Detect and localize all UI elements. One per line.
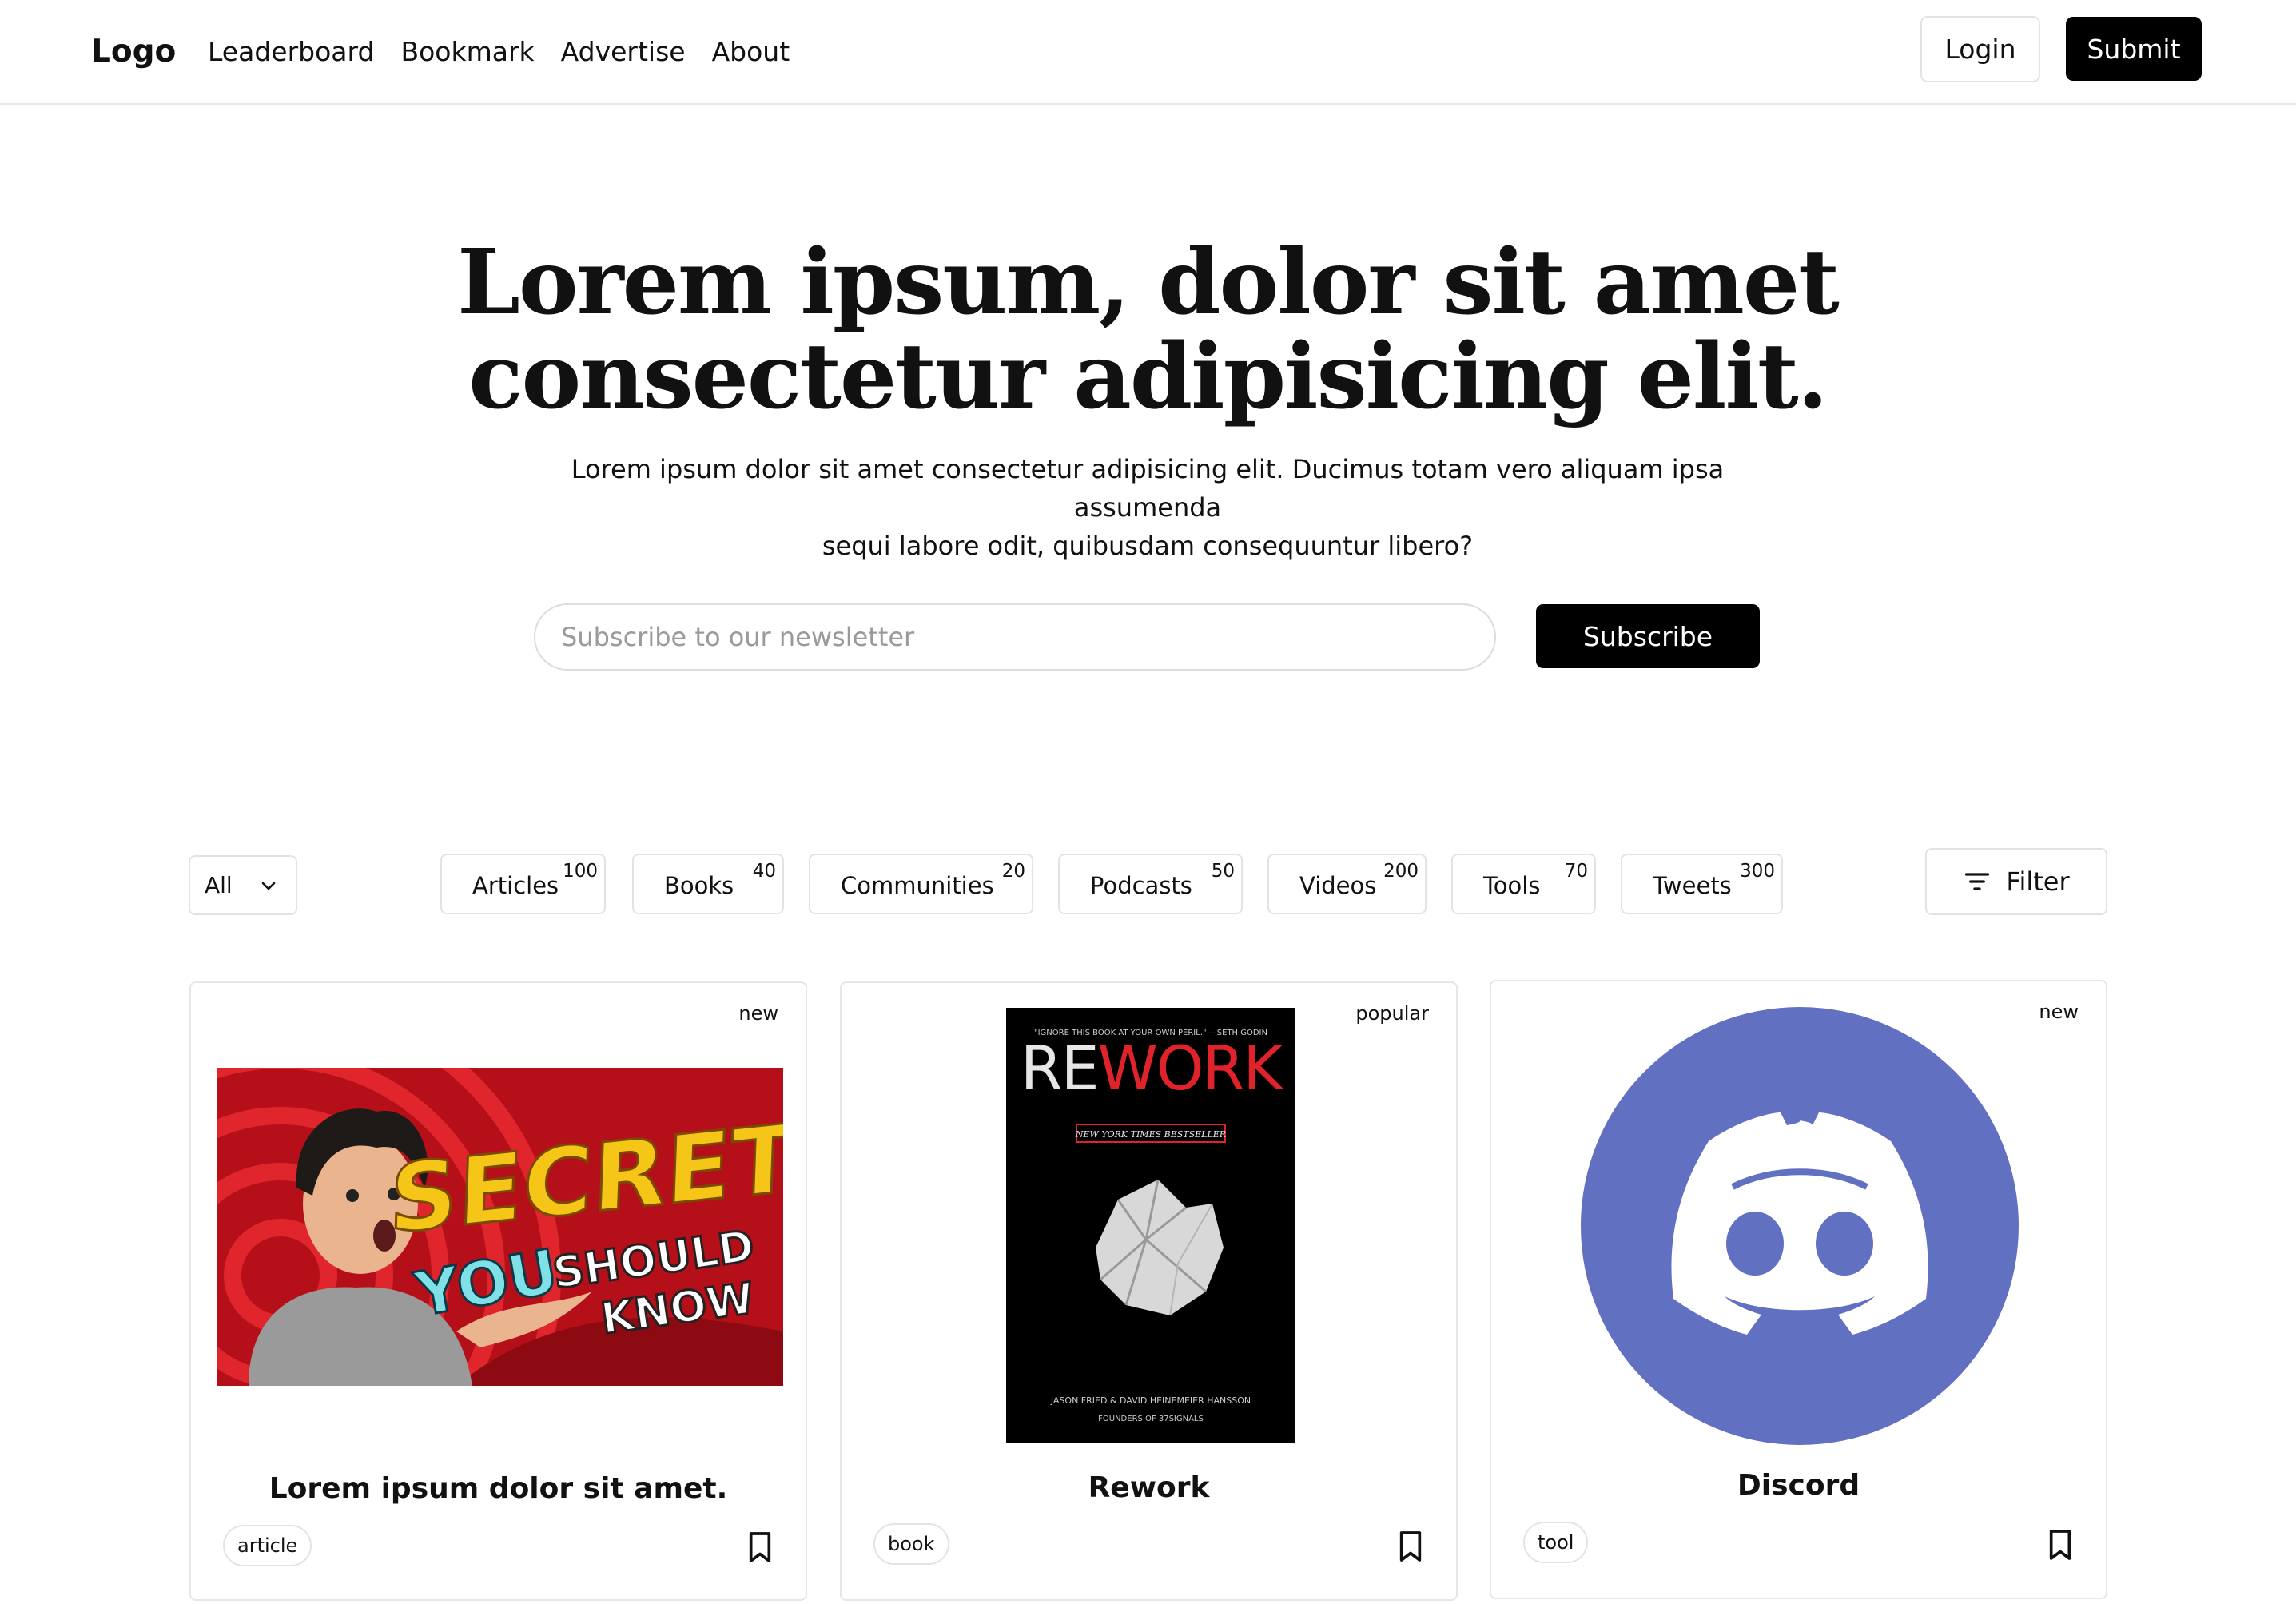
- hero-subtitle-line-2: sequi labore odit, quibusdam consequuntu…: [822, 531, 1474, 561]
- pill-label: Podcasts: [1090, 872, 1192, 899]
- nav-link-about[interactable]: About: [712, 34, 790, 70]
- filter-pill-tools[interactable]: Tools 70: [1451, 854, 1596, 914]
- card-tag[interactable]: book: [873, 1523, 949, 1565]
- filter-button[interactable]: Filter: [1925, 848, 2107, 915]
- card-title[interactable]: Discord: [1491, 1469, 2106, 1502]
- filter-pill-podcasts[interactable]: Podcasts 50: [1058, 854, 1243, 914]
- bookmark-icon[interactable]: [2047, 1529, 2074, 1561]
- resource-card-book[interactable]: popular "IGNORE THIS BOOK AT YOUR OWN PE…: [840, 981, 1458, 1601]
- pill-label: Videos: [1299, 872, 1377, 899]
- resource-card-tool[interactable]: new Discord tool: [1490, 980, 2107, 1599]
- pill-count: 70: [1564, 861, 1588, 882]
- book-cover-illustration: "IGNORE THIS BOOK AT YOUR OWN PERIL." —S…: [1006, 1008, 1295, 1443]
- discord-logo-icon: [1581, 1007, 2019, 1445]
- card-thumbnail-image: SECRETS YOU SHOULD KNOW: [217, 1068, 783, 1386]
- pill-count: 50: [1211, 861, 1235, 882]
- filter-pill-articles[interactable]: Articles 100: [440, 854, 606, 914]
- nav-link-advertise[interactable]: Advertise: [561, 34, 686, 70]
- card-tag[interactable]: tool: [1523, 1522, 1589, 1563]
- book-cover-image: "IGNORE THIS BOOK AT YOUR OWN PERIL." —S…: [1006, 1008, 1295, 1443]
- filter-pill-videos[interactable]: Videos 200: [1267, 854, 1427, 914]
- card-badge: new: [738, 1002, 778, 1025]
- login-button[interactable]: Login: [1920, 16, 2040, 82]
- logo[interactable]: Logo: [91, 30, 176, 74]
- chevron-down-icon: [261, 882, 276, 890]
- resource-card-article[interactable]: new SECRETS YOU SHOULD KNOW Lorem ipsum …: [189, 981, 807, 1601]
- pill-label: Tools: [1483, 872, 1541, 899]
- category-select[interactable]: All: [189, 855, 297, 915]
- card-title[interactable]: Rework: [842, 1471, 1456, 1504]
- discord-logo-image: [1581, 1007, 2019, 1445]
- card-tag[interactable]: article: [223, 1525, 312, 1566]
- bookmark-icon[interactable]: [1397, 1530, 1424, 1562]
- pill-label: Communities: [841, 872, 994, 899]
- hero-title-line-2: consectetur adipisicing elit.: [468, 324, 1828, 429]
- main-nav: Leaderboard Bookmark Advertise About: [208, 34, 790, 70]
- filter-pill-communities[interactable]: Communities 20: [809, 854, 1033, 914]
- bookmark-icon[interactable]: [746, 1531, 774, 1563]
- hero-subtitle-line-1: Lorem ipsum dolor sit amet consectetur a…: [571, 454, 1725, 523]
- card-badge: new: [2039, 1001, 2079, 1023]
- book-cover-founders: FOUNDERS OF 37SIGNALS: [1098, 1415, 1204, 1423]
- card-badge: popular: [1355, 1002, 1429, 1025]
- pill-count: 300: [1740, 861, 1775, 882]
- site-header: Logo Leaderboard Bookmark Advertise Abou…: [0, 0, 2296, 105]
- book-cover-bestseller: NEW YORK TIMES BESTSELLER: [1075, 1129, 1226, 1140]
- hero-title: Lorem ipsum, dolor sit amet consectetur …: [388, 236, 1907, 424]
- pill-label: Tweets: [1653, 872, 1732, 899]
- filter-icon: [1965, 873, 1990, 890]
- pill-count: 20: [1001, 861, 1025, 882]
- book-cover-authors: JASON FRIED & DAVID HEINEMEIER HANSSON: [1050, 1395, 1251, 1406]
- filter-button-label: Filter: [2006, 866, 2070, 897]
- thumbnail-illustration: SECRETS YOU SHOULD KNOW: [217, 1068, 783, 1386]
- pill-count: 100: [563, 861, 598, 882]
- pill-count: 40: [752, 861, 776, 882]
- pill-count: 200: [1383, 861, 1419, 882]
- pill-label: Articles: [472, 872, 559, 899]
- filter-pill-books[interactable]: Books 40: [632, 854, 784, 914]
- card-title[interactable]: Lorem ipsum dolor sit amet.: [191, 1472, 806, 1505]
- book-cover-title: REWORK: [1021, 1033, 1285, 1104]
- nav-link-bookmark[interactable]: Bookmark: [400, 34, 534, 70]
- nav-link-leaderboard[interactable]: Leaderboard: [208, 34, 374, 70]
- submit-button[interactable]: Submit: [2066, 17, 2202, 81]
- filter-pill-tweets[interactable]: Tweets 300: [1621, 854, 1783, 914]
- hero-title-line-1: Lorem ipsum, dolor sit amet: [457, 230, 1840, 335]
- hero-subtitle: Lorem ipsum dolor sit amet consectetur a…: [508, 450, 1787, 565]
- category-select-value: All: [205, 872, 233, 898]
- newsletter-email-input[interactable]: [534, 603, 1496, 671]
- subscribe-button[interactable]: Subscribe: [1536, 604, 1760, 668]
- pill-label: Books: [664, 872, 734, 899]
